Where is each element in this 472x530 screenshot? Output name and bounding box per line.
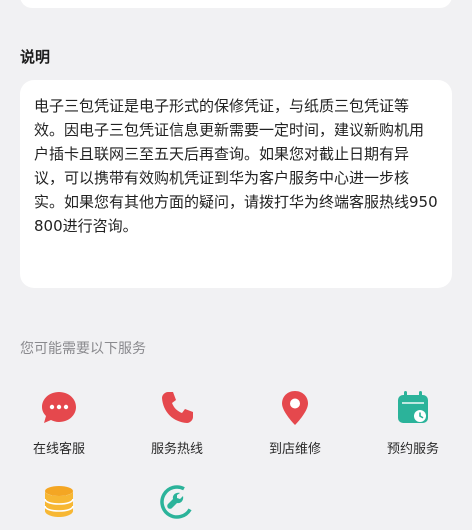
service-item[interactable] [9,482,109,522]
service-label: 预约服务 [386,442,439,457]
location-pin-icon [282,391,308,425]
description-title: 说明 [20,48,51,66]
service-label: 到店维修 [268,442,321,457]
description-text: 电子三包凭证是电子形式的保修凭证，与纸质三包凭证等效。因电子三包凭证信息更新需要… [34,97,438,235]
service-hotline[interactable]: 服务热线 [127,388,227,457]
phone-icon [162,392,193,423]
service-item[interactable] [127,482,227,522]
services-section-title: 您可能需要以下服务 [20,341,146,357]
description-card: 电子三包凭证是电子形式的保修凭证，与纸质三包凭证等效。因电子三包凭证信息更新需要… [20,80,452,288]
wrench-icon [160,485,194,519]
calendar-clock-icon [398,391,428,423]
service-online-support[interactable]: 在线客服 [9,388,109,457]
service-store-repair[interactable]: 到店维修 [245,388,345,457]
coin-stack-icon [44,486,74,517]
chat-bubble-icon [42,392,76,423]
service-appointment[interactable]: 预约服务 [363,388,463,457]
service-label: 服务热线 [150,442,203,457]
previous-card [20,0,452,8]
service-label: 在线客服 [32,442,85,457]
